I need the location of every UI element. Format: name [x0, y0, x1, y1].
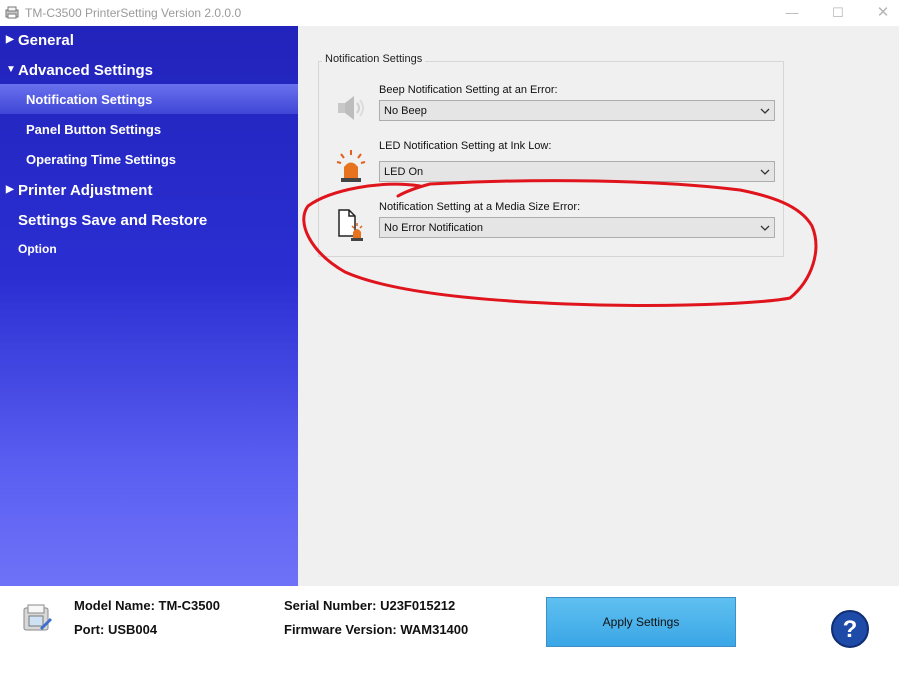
sidebar-item-general[interactable]: ▶ General	[0, 26, 298, 56]
led-setting-dropdown[interactable]: LED On	[379, 161, 775, 182]
firmware-version-text: Firmware Version: WAM31400	[284, 622, 469, 637]
dropdown-value: No Beep	[384, 105, 427, 117]
sidebar-item-notification-settings[interactable]: Notification Settings	[0, 84, 298, 114]
beep-setting-label: Beep Notification Setting at an Error:	[379, 84, 558, 96]
speaker-icon	[338, 96, 364, 120]
expand-arrow-icon: ▶	[6, 184, 14, 195]
sidebar-item-advanced-settings[interactable]: ▼ Advanced Settings	[0, 56, 298, 86]
sidebar-item-label: Option	[18, 242, 57, 256]
sidebar-item-panel-button-settings[interactable]: Panel Button Settings	[0, 114, 298, 144]
window-title: TM-C3500 PrinterSetting Version 2.0.0.0	[25, 6, 242, 20]
media-size-setting-label: Notification Setting at a Media Size Err…	[379, 201, 581, 213]
sidebar-item-label: Printer Adjustment	[18, 182, 153, 199]
chevron-down-icon	[760, 225, 770, 231]
printer-app-icon	[5, 6, 19, 19]
alarm-light-icon	[336, 150, 366, 182]
chevron-down-icon	[760, 108, 770, 114]
sidebar-item-label: Advanced Settings	[18, 62, 154, 79]
sidebar-item-printer-adjustment[interactable]: ▶ Printer Adjustment	[0, 176, 298, 206]
sidebar: ▶ General ▼ Advanced Settings Notificati…	[0, 26, 298, 586]
sidebar-item-label: Operating Time Settings	[26, 152, 177, 167]
led-setting-label: LED Notification Setting at Ink Low:	[379, 140, 552, 152]
media-size-alert-icon	[338, 209, 363, 241]
main-content: Notification Settings Beep Notification …	[298, 26, 899, 586]
close-button[interactable]: ✕	[873, 4, 893, 22]
sidebar-item-operating-time-settings[interactable]: Operating Time Settings	[0, 144, 298, 174]
sidebar-item-label: Settings Save and Restore	[18, 212, 208, 229]
apply-settings-button[interactable]: Apply Settings	[546, 597, 736, 647]
sidebar-item-label: General	[18, 32, 74, 49]
title-bar: TM-C3500 PrinterSetting Version 2.0.0.0 …	[0, 0, 899, 26]
beep-setting-dropdown[interactable]: No Beep	[379, 100, 775, 121]
port-text: Port: USB004	[74, 622, 158, 637]
status-footer: Model Name: TM-C3500 Port: USB004 Serial…	[0, 586, 899, 673]
model-name-text: Model Name: TM-C3500	[74, 598, 220, 613]
help-button[interactable]: ?	[830, 609, 870, 649]
printer-settings-icon	[23, 604, 52, 631]
media-size-setting-dropdown[interactable]: No Error Notification	[379, 217, 775, 238]
expand-arrow-icon: ▶	[6, 34, 14, 45]
group-title: Notification Settings	[322, 53, 426, 65]
sidebar-item-option[interactable]: Option	[0, 234, 298, 264]
dropdown-value: LED On	[384, 166, 424, 178]
sidebar-item-label: Panel Button Settings	[26, 122, 162, 137]
chevron-down-icon	[760, 169, 770, 175]
serial-number-text: Serial Number: U23F015212	[284, 598, 456, 613]
help-glyph: ?	[843, 616, 858, 643]
collapse-arrow-icon: ▼	[6, 64, 16, 75]
maximize-button[interactable]: ☐	[828, 4, 848, 22]
sidebar-item-label: Notification Settings	[26, 92, 153, 107]
dropdown-value: No Error Notification	[384, 222, 484, 234]
sidebar-item-settings-save-and-restore[interactable]: Settings Save and Restore	[0, 206, 298, 236]
minimize-button[interactable]: —	[782, 4, 802, 22]
